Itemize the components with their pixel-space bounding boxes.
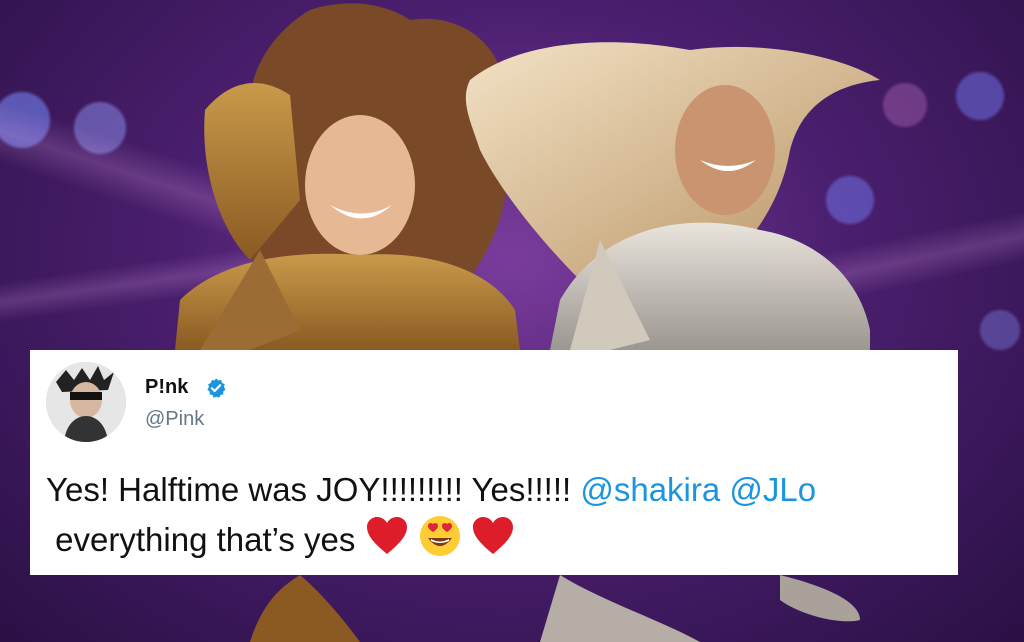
- red-heart-emoji-icon-2: [471, 516, 515, 569]
- red-heart-emoji-icon: [365, 516, 409, 569]
- mention-jlo[interactable]: @JLo: [729, 471, 816, 508]
- tweet-text-part1: Yes! Halftime was JOY!!!!!!!!! Yes!!!!!: [46, 471, 581, 508]
- tweet-text: Yes! Halftime was JOY!!!!!!!!! Yes!!!!! …: [46, 466, 946, 571]
- heart-eyes-emoji-icon: [418, 514, 462, 571]
- display-name[interactable]: P!nk: [145, 376, 188, 399]
- verified-badge-icon: [207, 378, 226, 398]
- user-handle[interactable]: @Pink: [145, 408, 204, 431]
- mention-shakira[interactable]: @shakira: [580, 471, 720, 508]
- avatar-portrait-icon: [46, 362, 126, 442]
- tweet-text-part2: everything that’s yes: [55, 521, 356, 559]
- profile-avatar[interactable]: [46, 362, 126, 442]
